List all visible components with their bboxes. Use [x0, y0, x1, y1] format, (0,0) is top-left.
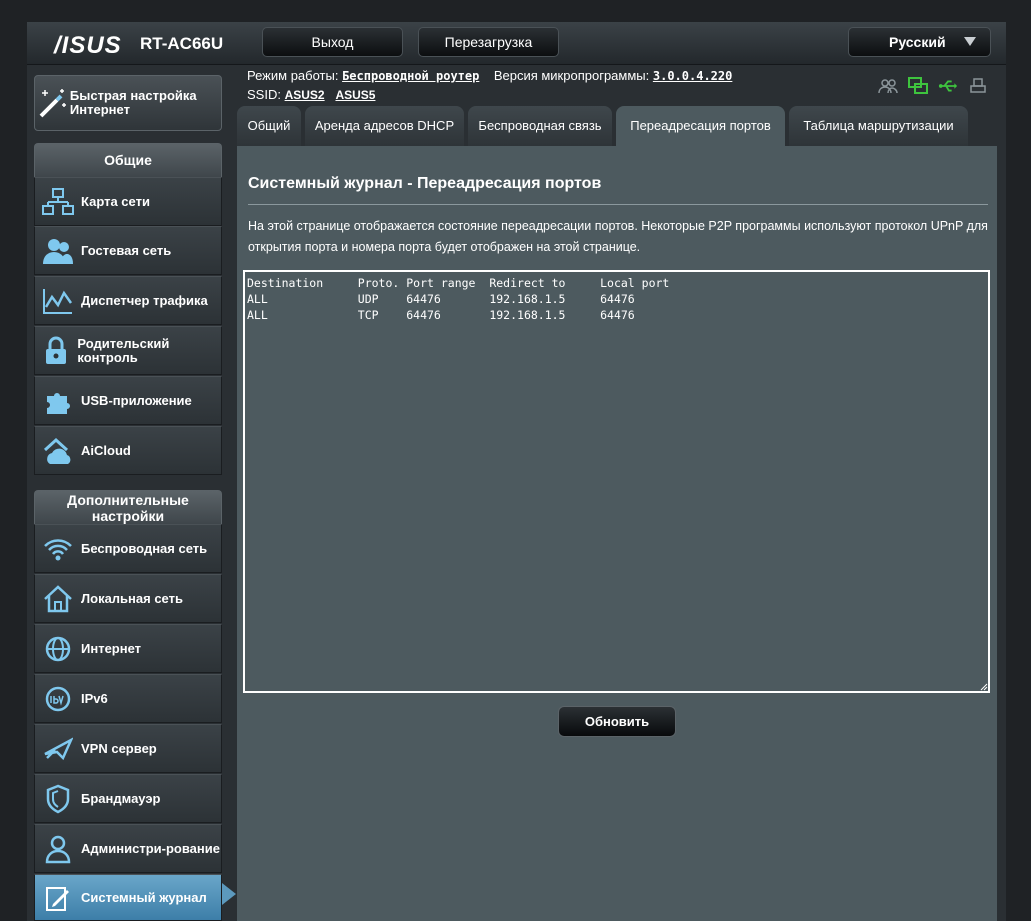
- internet-icon: [35, 635, 81, 663]
- usb-app-icon: [35, 386, 81, 416]
- chevron-down-icon: [964, 37, 976, 46]
- mode-label: Режим работы:: [247, 68, 339, 83]
- usb-icon[interactable]: [938, 77, 958, 95]
- sidebar-item-guest-network[interactable]: Гостевая сеть: [34, 226, 222, 275]
- sidebar-item-label: Администри-рование: [81, 840, 220, 856]
- sidebar-item-network-map[interactable]: Карта сети: [34, 177, 222, 226]
- asus-logo: /ISUS: [54, 32, 122, 59]
- port-forwarding-log[interactable]: Destination Proto. Port range Redirect t…: [243, 270, 990, 693]
- sidebar-item-vpn[interactable]: VPN сервер: [34, 724, 222, 773]
- resize-grip-icon[interactable]: [980, 683, 988, 691]
- status-icons: [878, 77, 988, 95]
- firmware-link[interactable]: 3.0.0.4.220: [653, 69, 732, 83]
- lan-icon: [35, 584, 81, 613]
- internet-status-icon[interactable]: [908, 77, 928, 95]
- sidebar-item-firewall[interactable]: Брандмауэр: [34, 774, 222, 823]
- quick-internet-setup[interactable]: Быстрая настройка Интернет: [34, 75, 222, 131]
- language-label: Русский: [889, 34, 946, 50]
- sidebar-item-label: AiCloud: [81, 442, 131, 458]
- sidebar-item-internet[interactable]: Интернет: [34, 624, 222, 673]
- page-description: На этой странице отображается состояние …: [248, 219, 988, 254]
- logout-button[interactable]: Выход: [262, 27, 403, 57]
- firewall-icon: [35, 784, 81, 814]
- page-title: Системный журнал - Переадресация портов: [248, 175, 602, 192]
- title-divider: [248, 204, 988, 205]
- sidebar-item-aicloud[interactable]: AiCloud: [34, 426, 222, 475]
- advanced-section-title: Дополнительные настройки: [34, 490, 222, 524]
- sidebar-item-label: Диспетчер трафика: [81, 292, 208, 308]
- operation-mode: Режим работы: Беспроводной роутер Версия…: [247, 68, 732, 83]
- sidebar-item-label: Интернет: [81, 640, 142, 656]
- wireless-icon: [35, 536, 81, 562]
- sidebar-item-usb-app[interactable]: USB-приложение: [34, 376, 222, 425]
- sidebar-item-wireless[interactable]: Беспроводная сеть: [34, 524, 222, 573]
- tab-wireless[interactable]: Беспроводная связь: [468, 106, 612, 146]
- general-section-title: Общие: [34, 143, 222, 177]
- quick-setup-label: Быстрая настройка Интернет: [69, 88, 197, 117]
- sidebar-item-label: VPN сервер: [81, 740, 157, 756]
- sidebar-item-label: IPv6: [81, 690, 108, 706]
- sidebar-item-administration[interactable]: Администри-рование: [34, 824, 222, 873]
- sidebar-item-traffic-manager[interactable]: Диспетчер трафика: [34, 276, 222, 325]
- sidebar-item-label: Гостевая сеть: [81, 242, 172, 258]
- sidebar-item-label: Локальная сеть: [81, 590, 183, 606]
- sidebar-item-label: Брандмауэр: [81, 790, 161, 806]
- sidebar-item-label: Родительский контроль: [77, 335, 170, 365]
- mode-link[interactable]: Беспроводной роутер: [342, 69, 479, 83]
- ssid-link-1[interactable]: ASUS2: [285, 88, 325, 102]
- clients-icon[interactable]: [878, 77, 898, 95]
- model-name: RT-AC66U: [140, 34, 224, 53]
- sidebar-item-label: Системный журнал: [81, 889, 207, 905]
- sidebar-item-label: Карта сети: [81, 193, 150, 209]
- sidebar-item-parental-control[interactable]: Родительский контроль: [34, 326, 222, 375]
- tab-port-forwarding[interactable]: Переадресация портов: [616, 106, 785, 146]
- parental-control-icon: [35, 336, 77, 366]
- reboot-button[interactable]: Перезагрузка: [418, 27, 559, 57]
- ipv6-icon: [35, 685, 81, 713]
- tab-routing-table[interactable]: Таблица маршрутизации: [789, 106, 968, 146]
- sidebar-item-lan[interactable]: Локальная сеть: [34, 574, 222, 623]
- tab-general[interactable]: Общий: [237, 106, 301, 146]
- active-item-arrow: [222, 883, 236, 905]
- admin-icon: [35, 834, 81, 864]
- sidebar-item-system-log[interactable]: Системный журнал: [34, 874, 222, 921]
- network-map-icon: [35, 187, 81, 216]
- printer-icon[interactable]: [968, 77, 988, 95]
- tab-dhcp-leases[interactable]: Аренда адресов DHCP: [305, 106, 464, 146]
- guest-network-icon: [35, 237, 81, 265]
- firmware-label: Версия микропрограммы:: [493, 68, 650, 83]
- aicloud-icon: [35, 436, 81, 466]
- sidebar-item-ipv6[interactable]: IPv6: [34, 674, 222, 723]
- language-select[interactable]: Русский: [848, 27, 991, 57]
- vpn-icon: [35, 736, 81, 762]
- ssid-line: SSID: ASUS2 ASUS5: [247, 87, 375, 102]
- system-log-icon: [35, 884, 81, 912]
- sidebar-item-label: USB-приложение: [81, 392, 192, 408]
- ssid-label: SSID:: [247, 87, 281, 102]
- ssid-link-2[interactable]: ASUS5: [335, 88, 375, 102]
- refresh-button[interactable]: Обновить: [558, 706, 676, 737]
- traffic-manager-icon: [35, 287, 81, 315]
- magic-wand-icon: [35, 86, 70, 120]
- sidebar-item-label: Беспроводная сеть: [81, 540, 208, 556]
